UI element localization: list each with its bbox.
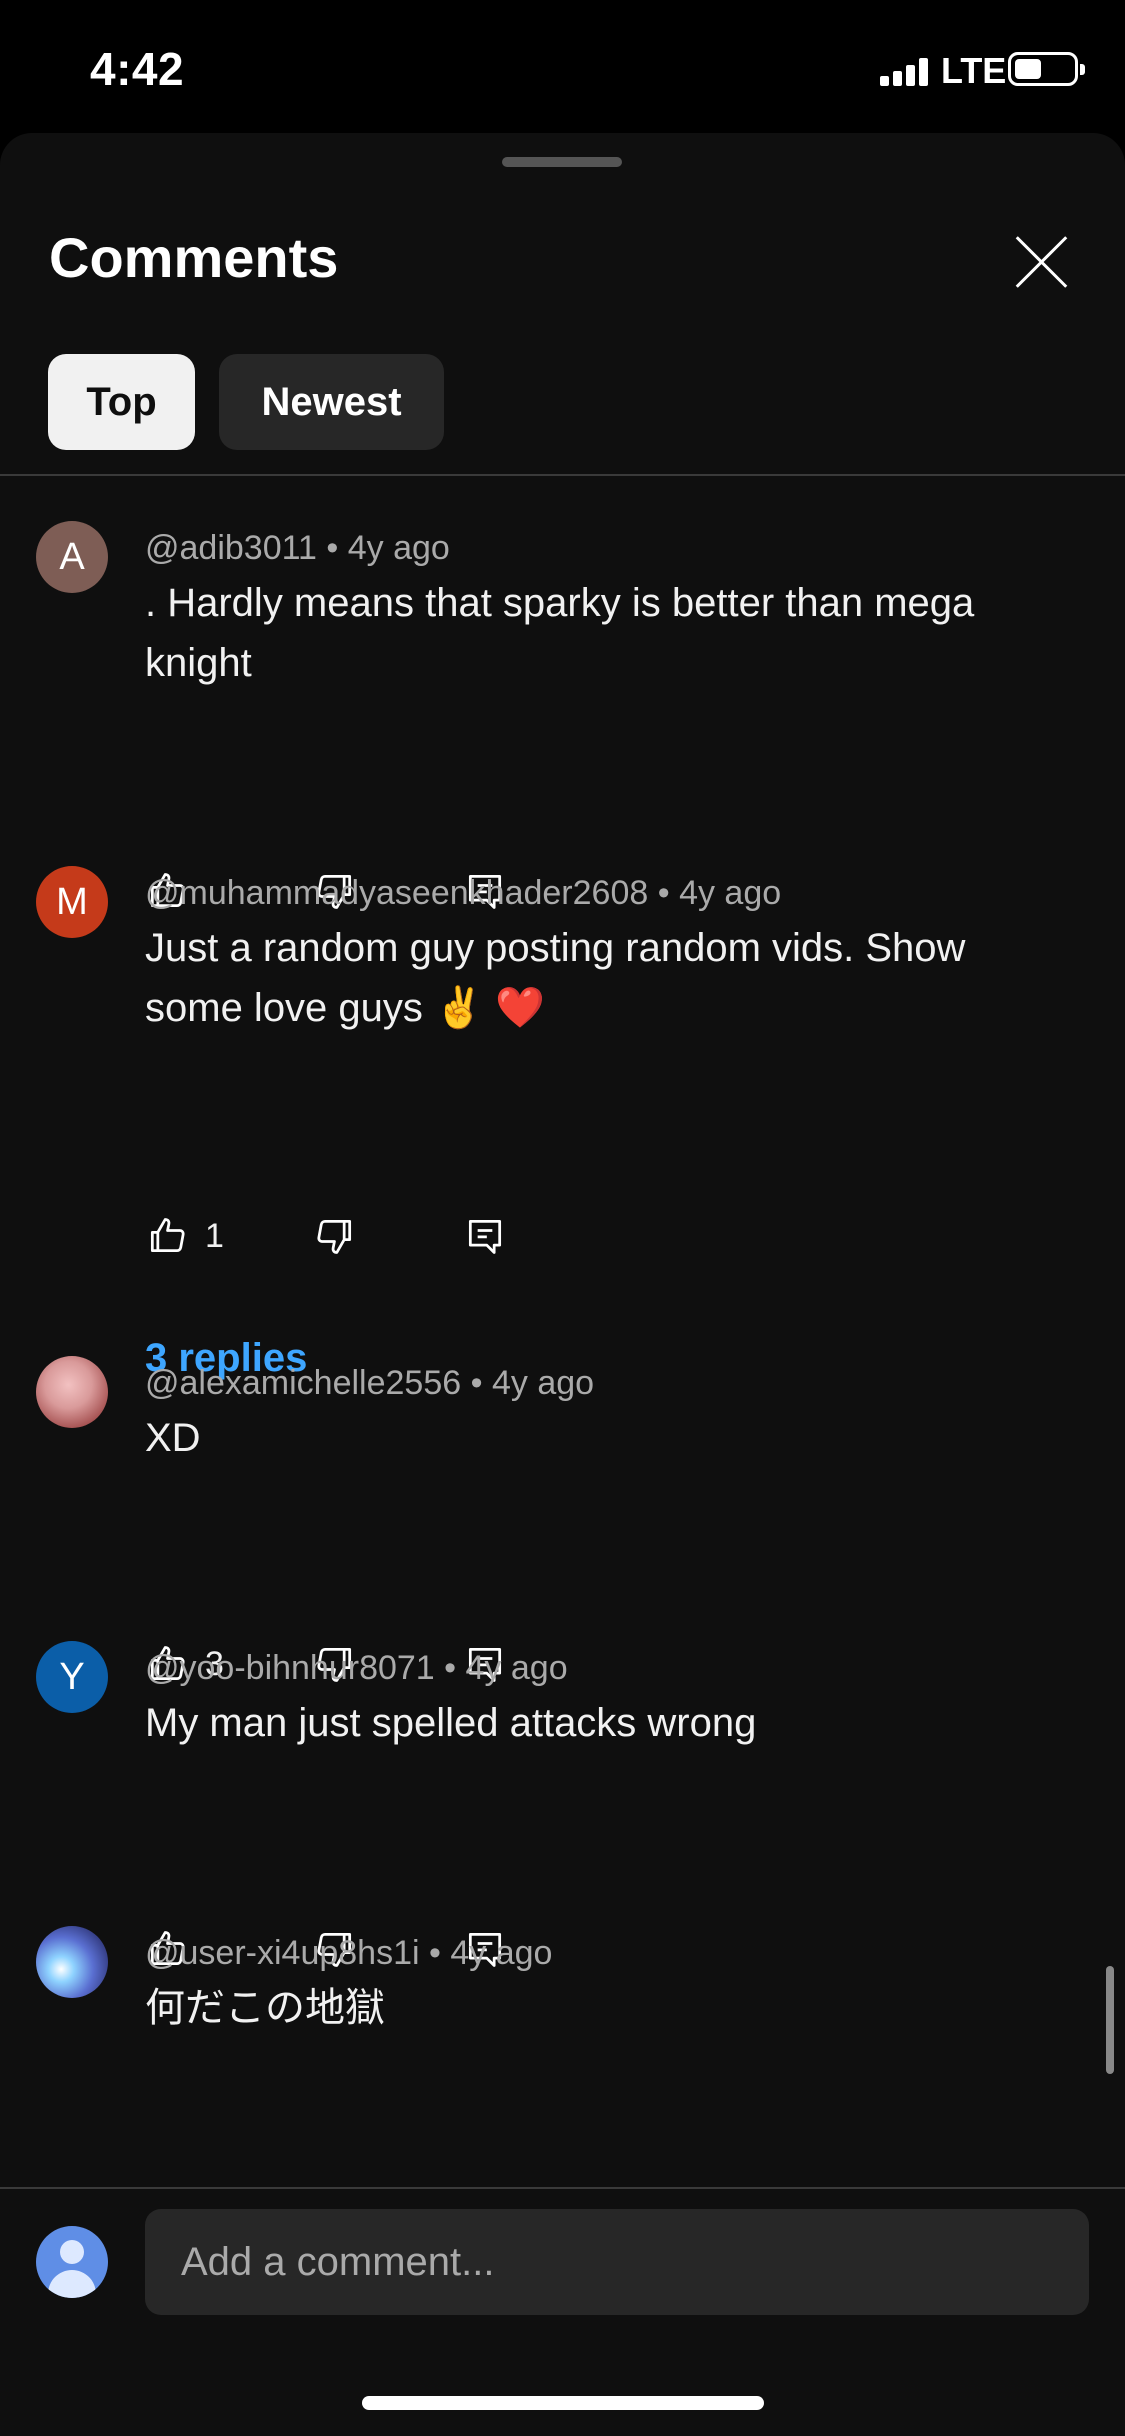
reply-button[interactable] — [463, 1212, 507, 1260]
comment-actions: 1 — [145, 1212, 595, 1260]
add-comment-input[interactable] — [145, 2209, 1089, 2315]
meta-separator: • — [326, 529, 348, 567]
avatar[interactable] — [36, 1926, 108, 1998]
close-icon[interactable] — [1005, 225, 1077, 297]
thumbs-up-icon — [150, 1218, 185, 1253]
like-count: 1 — [205, 1216, 224, 1255]
comment-meta: @muhammadyaseenkhader2608 • 4y ago — [145, 874, 781, 913]
comment-author[interactable]: @alexamichelle2556 — [145, 1364, 461, 1402]
comment-time: 4y ago — [450, 1934, 553, 1972]
cellular-signal-icon — [880, 58, 928, 86]
network-type: LTE — [941, 50, 1007, 91]
comment-author[interactable]: @yoo-bihnhur8071 — [145, 1649, 435, 1687]
home-indicator[interactable] — [362, 2396, 764, 2410]
comment-time: 4y ago — [465, 1649, 568, 1687]
comment-time: 4y ago — [347, 529, 450, 567]
comment-text: My man just spelled attacks wrong — [145, 1701, 757, 1745]
meta-separator: • — [657, 874, 680, 912]
comment-meta: @adib3011 • 4y ago — [145, 529, 450, 568]
meta-separator: • — [470, 1364, 492, 1402]
status-bar: 4:42 LTE — [0, 0, 1125, 135]
avatar[interactable] — [36, 1356, 108, 1428]
meta-separator: • — [444, 1649, 466, 1687]
avatar[interactable]: A — [36, 521, 108, 593]
sort-chip-newest[interactable]: Newest — [219, 354, 444, 450]
thumbs-down-icon — [317, 1219, 352, 1254]
comment-text: XD — [145, 1416, 201, 1460]
comment-meta: @user-xi4up8hs1i • 4y ago — [145, 1934, 552, 1973]
comment-author[interactable]: @user-xi4up8hs1i — [145, 1934, 420, 1972]
avatar[interactable]: M — [36, 866, 108, 938]
drag-handle[interactable] — [502, 157, 622, 167]
like-button[interactable]: 1 — [145, 1212, 224, 1260]
comment-text: Just a random guy posting random vids. S… — [145, 926, 966, 1030]
battery-icon — [1008, 52, 1085, 86]
scrollbar[interactable] — [1106, 1966, 1114, 2074]
composer-divider — [0, 2187, 1125, 2189]
sort-chip-top[interactable]: Top — [48, 354, 195, 450]
status-time: 4:42 — [90, 43, 185, 95]
comment-meta: @yoo-bihnhur8071 • 4y ago — [145, 1649, 568, 1688]
dislike-button[interactable] — [313, 1212, 357, 1260]
meta-separator: • — [429, 1934, 451, 1972]
comment-text: . Hardly means that sparky is better tha… — [145, 581, 975, 685]
header-divider — [0, 474, 1125, 476]
avatar[interactable]: Y — [36, 1641, 108, 1713]
comment-meta: @alexamichelle2556 • 4y ago — [145, 1364, 594, 1403]
comment-time: 4y ago — [491, 1364, 595, 1402]
comments-sheet: Comments Top Newest A @adib3011 • 4y ago… — [0, 133, 1125, 2436]
comment-text: 何だこの地獄 — [145, 1986, 385, 2030]
comment-time: 4y ago — [679, 874, 782, 912]
reply-icon — [468, 1219, 502, 1254]
comment-author[interactable]: @muhammadyaseenkhader2608 — [145, 874, 648, 912]
comment-author[interactable]: @adib3011 — [145, 529, 317, 567]
user-avatar-icon — [36, 2226, 108, 2298]
sheet-title: Comments — [49, 226, 339, 289]
